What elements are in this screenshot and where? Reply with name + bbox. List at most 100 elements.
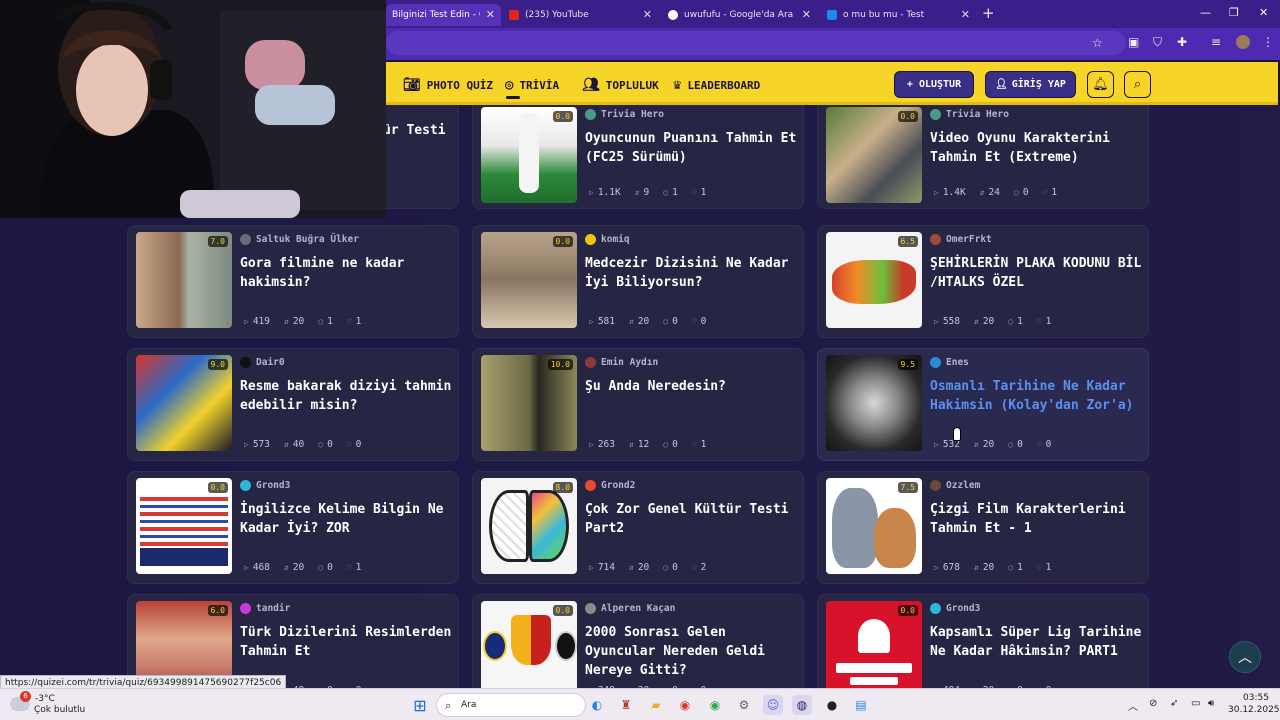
quiz-thumbnail: 0.0 <box>481 601 577 688</box>
notification-button[interactable]: 🔔︎ <box>1087 71 1114 98</box>
quiz-card[interactable]: 0.0 Grond3 İngilizce Kelime Bilgin Ne Ka… <box>127 471 459 584</box>
close-icon[interactable]: ✕ <box>643 8 652 21</box>
weather-widget[interactable]: 6 -3°C Çok bulutlu <box>8 691 98 717</box>
author-name: Emin Aydın <box>601 357 659 368</box>
tab-google[interactable]: uwufufu - Google'da Ara ✕ <box>662 4 817 26</box>
quiz-card[interactable]: 0.0 Grond3 Kapsamlı Süper Lig Tarihine N… <box>817 594 1149 688</box>
shield-icon[interactable]: ⛉ <box>1153 35 1162 50</box>
quiz-author[interactable]: Grond2 <box>585 480 635 491</box>
quiz-title[interactable]: Medcezir Dizisini Ne Kadar İyi Biliyorsu… <box>585 254 801 292</box>
quiz-card[interactable]: 6.5 OmerFrkt ŞEHİRLERİN PLAKA KODUNU BİL… <box>817 225 1149 338</box>
network-off-icon[interactable]: ⊘ <box>1149 698 1157 709</box>
quiz-title[interactable]: Şu Anda Neredesin? <box>585 377 801 396</box>
chrome-beta-icon[interactable]: ◉ <box>705 695 725 715</box>
new-tab-icon[interactable]: + <box>982 4 995 22</box>
taskbar-search[interactable]: ⌕ Ara <box>436 693 586 717</box>
author-name: Saltuk Buğra Ülker <box>256 234 359 245</box>
quiz-card[interactable]: 0.0 Trivia Hero Video Oyunu Karakterini … <box>817 105 1149 209</box>
author-name: Ozzlem <box>946 480 981 491</box>
game-icon[interactable]: ♜ <box>616 695 636 715</box>
quiz-title[interactable]: Resme bakarak diziyi tahmin edebilir mis… <box>240 377 456 415</box>
search-button[interactable]: ⌕ <box>1124 71 1151 98</box>
close-icon[interactable]: ✕ <box>486 8 495 21</box>
bookmark-star-icon[interactable]: ☆ <box>1092 36 1103 50</box>
chrome-icon[interactable]: ◉ <box>675 695 695 715</box>
windows-start-icon[interactable]: ⊞ <box>410 695 430 715</box>
quiz-thumbnail: 7.0 <box>136 232 232 328</box>
quiz-card[interactable]: 0.0 komiq Medcezir Dizisini Ne Kadar İyi… <box>472 225 804 338</box>
minimize-icon[interactable]: — <box>1200 6 1211 19</box>
quiz-card[interactable]: 7.5 Ozzlem Çizgi Film Karakterlerini Tah… <box>817 471 1149 584</box>
settings-icon[interactable]: ⚙ <box>734 695 754 715</box>
edge-icon[interactable]: ◐ <box>587 695 607 715</box>
quiz-title[interactable]: 2000 Sonrası Gelen Oyuncular Nereden Gel… <box>585 623 801 680</box>
login-button[interactable]: 👤︎ GİRİŞ YAP <box>985 71 1076 98</box>
quiz-author[interactable]: komiq <box>585 234 630 245</box>
quiz-author[interactable]: Ozzlem <box>930 480 980 491</box>
quiz-title[interactable]: Kapsamlı Süper Lig Tarihine Ne Kadar Hâk… <box>930 623 1146 661</box>
comments-stat: ◯0 <box>1014 187 1029 198</box>
scroll-to-top-button[interactable]: ︿ <box>1229 641 1261 673</box>
quiz-title[interactable]: Oyuncunun Puanını Tahmin Et (FC25 Sürümü… <box>585 129 801 167</box>
obs-icon[interactable]: ● <box>822 695 842 715</box>
location-icon[interactable]: ➶ <box>1170 698 1178 709</box>
volume-icon[interactable]: 🔊︎ <box>1208 698 1214 709</box>
puzzle-icon[interactable]: ✚ <box>1177 35 1187 49</box>
profile-avatar[interactable] <box>1236 35 1250 49</box>
quiz-card[interactable]: 6.0 tandir Türk Dizilerini Resimlerden T… <box>127 594 459 688</box>
quiz-author[interactable]: tandir <box>240 603 290 614</box>
close-icon[interactable]: ✕ <box>961 8 970 21</box>
quiz-author[interactable]: Saltuk Buğra Ülker <box>240 234 359 245</box>
quiz-title[interactable]: Çizgi Film Karakterlerini Tahmin Et - 1 <box>930 500 1146 538</box>
url-input[interactable]: ☆ <box>386 31 1126 55</box>
display-icon[interactable]: ▭ <box>1191 698 1200 709</box>
restore-icon[interactable]: ❐ <box>1229 6 1239 19</box>
nav-photo-quiz[interactable]: 📷︎ PHOTO QUİZ <box>403 77 493 93</box>
quiz-author[interactable]: Dair0 <box>240 357 285 368</box>
quiz-title[interactable]: İngilizce Kelime Bilgin Ne Kadar İyi? ZO… <box>240 500 456 538</box>
quiz-author[interactable]: Enes <box>930 357 969 368</box>
quiz-title[interactable]: Video Oyunu Karakterini Tahmin Et (Extre… <box>930 129 1146 167</box>
media-icon[interactable]: ≡ <box>1211 35 1221 49</box>
folder-icon[interactable]: ▰ <box>646 695 666 715</box>
author-name: Dair0 <box>256 357 285 368</box>
tab-youtube[interactable]: (235) YouTube ✕ <box>503 4 658 26</box>
nav-community[interactable]: 👥︎ TOPLULUK <box>582 77 659 93</box>
clock-date[interactable]: 30.12.2025 <box>1228 705 1280 715</box>
quiz-title[interactable]: Türk Dizilerini Resimlerden Tahmin Et <box>240 623 456 661</box>
quiz-card[interactable]: 9.5 Enes Osmanlı Tarihine Ne Kadar Hakim… <box>817 348 1149 461</box>
notepad-icon[interactable]: ▤ <box>851 695 871 715</box>
clock-time[interactable]: 03:55 <box>1243 693 1269 703</box>
nav-trivia[interactable]: ◎ TRİVİA <box>505 77 559 93</box>
quiz-title[interactable]: Gora filmine ne kadar hakimsin? <box>240 254 456 292</box>
quiz-title[interactable]: Osmanlı Tarihine Ne Kadar Hakimsin (Kola… <box>930 377 1146 415</box>
quiz-author[interactable]: Trivia Hero <box>930 109 1009 120</box>
quiz-title[interactable]: ŞEHİRLERİN PLAKA KODUNU BİL /HTALKS ÖZEL <box>930 254 1146 292</box>
discord-icon[interactable]: ☺ <box>763 695 783 715</box>
tab-quiz[interactable]: Bilginizi Test Edin - Quiz ✕ <box>386 4 501 26</box>
menu-icon[interactable]: ⋮ <box>1262 35 1274 49</box>
close-window-icon[interactable]: ✕ <box>1259 6 1268 19</box>
quiz-card[interactable]: 7.0 Saltuk Buğra Ülker Gora filmine ne k… <box>127 225 459 338</box>
quiz-card[interactable]: 0.0 Alperen Kaçan 2000 Sonrası Gelen Oyu… <box>472 594 804 688</box>
quiz-author[interactable]: OmerFrkt <box>930 234 992 245</box>
steam-icon[interactable]: ◍ <box>792 695 812 715</box>
quiz-author[interactable]: Emin Aydın <box>585 357 658 368</box>
quiz-card[interactable]: 8.0 Grond2 Çok Zor Genel Kültür Testi Pa… <box>472 471 804 584</box>
quiz-author[interactable]: Alperen Kaçan <box>585 603 675 614</box>
quiz-author[interactable]: Grond3 <box>240 480 290 491</box>
quiz-card[interactable]: 0.0 Trivia Hero Oyuncunun Puanını Tahmin… <box>472 105 804 209</box>
extension-icon[interactable]: ▣ <box>1128 35 1139 49</box>
create-button[interactable]: + OLUŞTUR <box>894 71 974 98</box>
quiz-title[interactable]: Çok Zor Genel Kültür Testi Part2 <box>585 500 801 538</box>
quiz-title[interactable]: ür Testi <box>383 121 463 140</box>
quiz-card[interactable]: 10.0 Emin Aydın Şu Anda Neredesin? ▷ 263 … <box>472 348 804 461</box>
quiz-card[interactable]: 9.0 Dair0 Resme bakarak diziyi tahmin ed… <box>127 348 459 461</box>
quiz-author[interactable]: Grond3 <box>930 603 980 614</box>
close-icon[interactable]: ✕ <box>802 8 811 21</box>
quiz-author[interactable]: Trivia Hero <box>585 109 664 120</box>
questions-stat: ⇵ 40 <box>284 439 305 450</box>
chevron-up-icon[interactable]: ︿ <box>1128 698 1138 713</box>
tab-o-mu-bu-mu[interactable]: o mu bu mu - Test ✕ <box>821 4 976 26</box>
nav-leaderboard[interactable]: ♛ LEADERBOARD <box>673 77 760 93</box>
